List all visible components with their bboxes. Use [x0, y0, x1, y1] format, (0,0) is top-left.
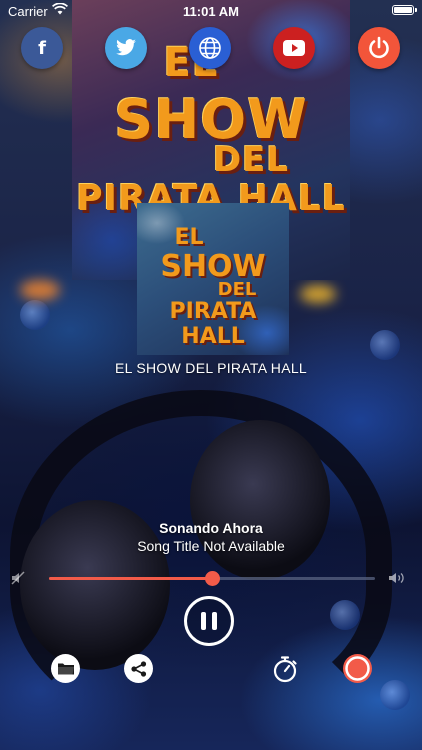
globe-icon — [199, 37, 221, 59]
share-icon — [130, 660, 146, 677]
battery-icon — [392, 5, 417, 15]
mixer-light-decoration — [20, 280, 60, 300]
poster-line: DEL — [212, 140, 290, 180]
timer-icon — [273, 655, 297, 682]
now-playing-label: Sonando Ahora — [159, 520, 263, 536]
station-name: EL SHOW DEL PIRATA HALL — [114, 360, 308, 376]
youtube-icon — [283, 40, 305, 56]
record-button[interactable] — [343, 654, 372, 683]
share-button[interactable] — [124, 654, 153, 683]
power-icon — [369, 36, 389, 59]
mixer-knob-decoration — [370, 330, 400, 360]
mixer-knob-decoration — [380, 680, 410, 710]
facebook-button[interactable]: f — [21, 27, 63, 69]
clock: 11:01 AM — [183, 4, 239, 19]
volume-max-icon — [388, 571, 406, 590]
volume-fill — [49, 577, 212, 580]
volume-mute-icon — [11, 571, 27, 590]
status-bar: Carrier 11:01 AM — [0, 0, 422, 22]
power-button[interactable] — [358, 27, 400, 69]
sleep-timer-button[interactable] — [270, 654, 299, 683]
mixer-light-decoration — [300, 285, 336, 303]
folder-icon — [57, 663, 74, 675]
mixer-knob-decoration — [20, 300, 50, 330]
pause-icon — [198, 612, 220, 630]
twitter-icon — [116, 39, 136, 56]
twitter-button[interactable] — [105, 27, 147, 69]
song-title: Song Title Not Available — [137, 538, 285, 554]
volume-thumb[interactable] — [205, 571, 220, 586]
website-button[interactable] — [189, 27, 231, 69]
youtube-button[interactable] — [273, 27, 315, 69]
record-icon — [345, 656, 370, 681]
artwork-line: DEL — [217, 279, 257, 300]
facebook-icon: f — [38, 37, 46, 59]
headphone-cup-decoration — [190, 420, 330, 580]
library-button[interactable] — [51, 654, 80, 683]
pause-button[interactable] — [184, 596, 234, 646]
artwork-line: EL — [174, 225, 204, 250]
station-artwork: EL SHOW DEL PIRATA HALL — [137, 203, 289, 355]
volume-slider[interactable] — [49, 570, 375, 586]
artwork-line: PIRATA HALL — [169, 299, 257, 349]
